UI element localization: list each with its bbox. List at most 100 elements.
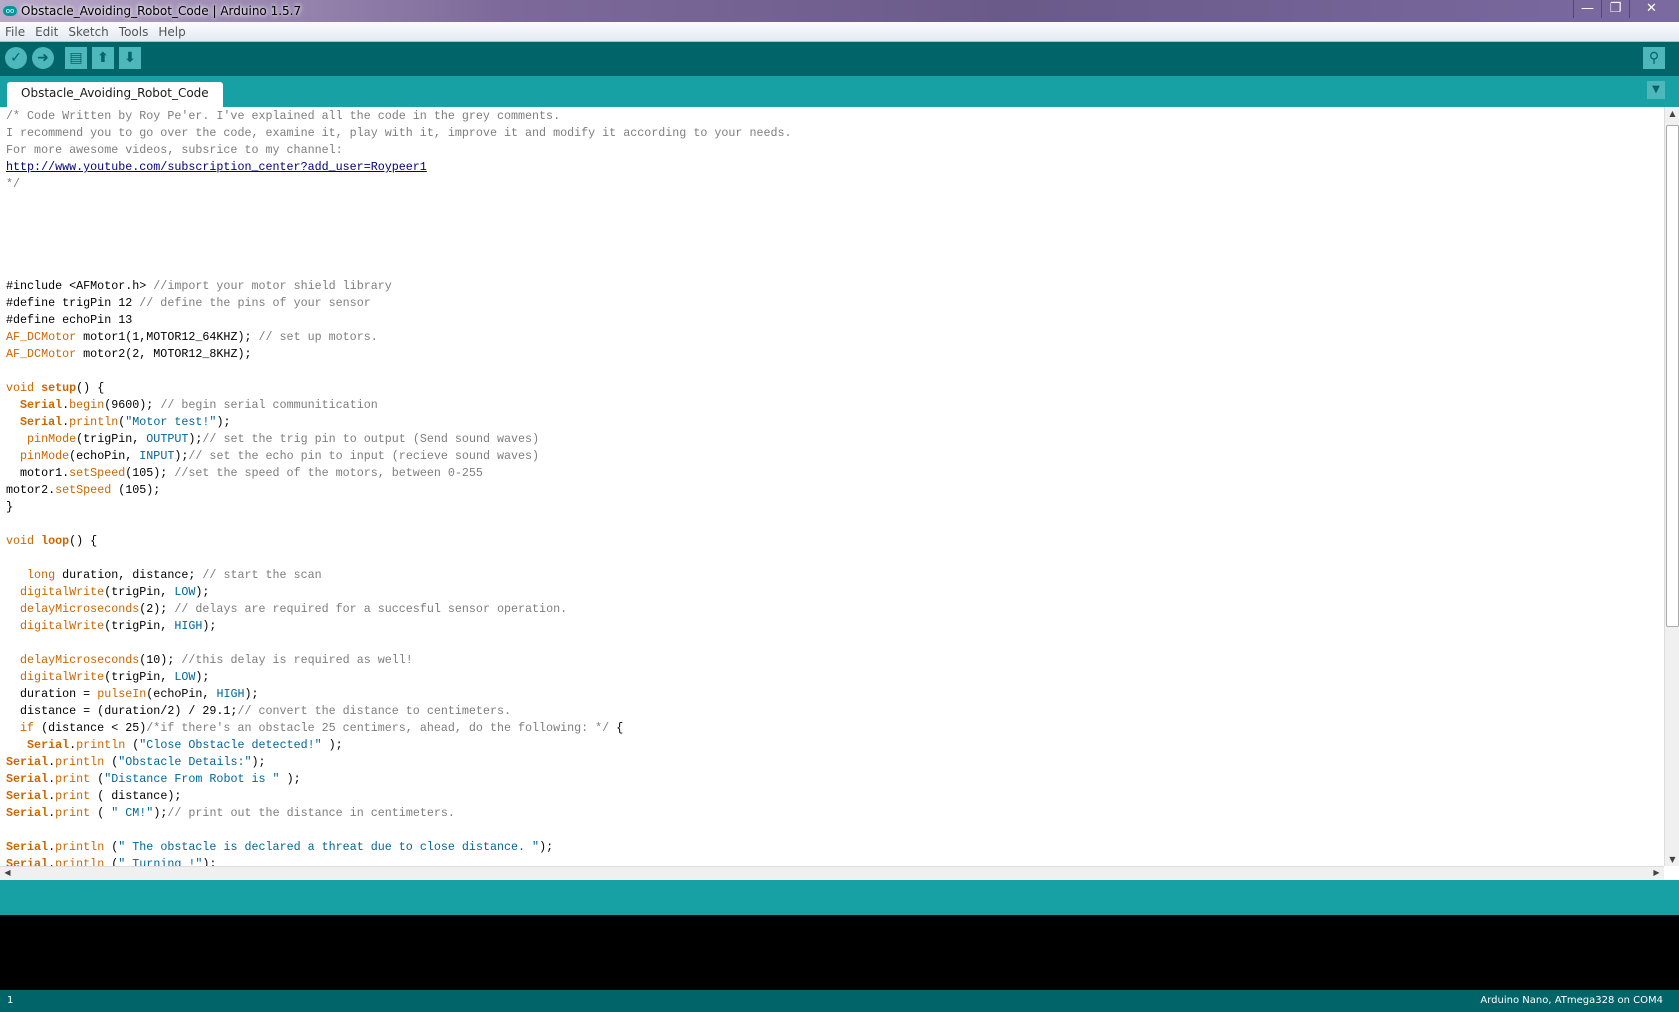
scrollbar-thumb[interactable] — [1666, 125, 1679, 627]
menu-tools[interactable]: Tools — [114, 25, 154, 39]
code-token: ( — [125, 738, 140, 752]
serial-monitor-button[interactable]: ⚲ — [1643, 47, 1665, 69]
code-comment: //this delay is required as well! — [181, 653, 413, 667]
save-button[interactable]: ⬇ — [119, 47, 141, 69]
code-token: " CM!" — [111, 806, 154, 820]
upload-button[interactable]: ➜ — [32, 47, 54, 69]
code-line: pinMode(echoPin, INPUT);// set the echo … — [6, 448, 792, 465]
scroll-left-icon[interactable]: ◀ — [0, 868, 15, 877]
code-token: Serial — [6, 840, 49, 854]
code-token: long — [27, 568, 56, 582]
menu-edit[interactable]: Edit — [30, 25, 63, 39]
checkmark-icon: ✓ — [10, 50, 22, 66]
code-token: println — [55, 857, 105, 866]
horizontal-scrollbar[interactable]: ◀ ▶ — [0, 866, 1664, 880]
close-button[interactable]: ✕ — [1629, 0, 1673, 18]
code-token: ); — [216, 415, 231, 429]
code-line: digitalWrite(trigPin, HIGH); — [6, 618, 792, 635]
code-token: void — [6, 381, 35, 395]
code-token: delayMicroseconds — [20, 602, 140, 616]
code-line: Serial.print ( distance); — [6, 788, 792, 805]
code-token: ( distance); — [90, 789, 182, 803]
code-line: Serial.println (" Turning !"); — [6, 856, 792, 866]
code-line: #include <AFMotor.h> //import your motor… — [6, 278, 792, 295]
code-line: Serial.print ( " CM!");// print out the … — [6, 805, 792, 822]
code-token: ); — [153, 806, 168, 820]
code-token: "Close Obstacle detected!" — [139, 738, 322, 752]
open-button[interactable]: ⬆ — [92, 47, 114, 69]
scroll-right-icon[interactable]: ▶ — [1649, 868, 1664, 877]
code-token: ( — [104, 755, 119, 769]
tab-strip: Obstacle_Avoiding_Robot_Code ▼ — [0, 76, 1679, 107]
verify-button[interactable]: ✓ — [5, 47, 27, 69]
code-comment: // print out the distance in centimeters… — [167, 806, 455, 820]
code-comment: */ — [6, 177, 21, 191]
code-token: ); — [244, 687, 259, 701]
scroll-up-icon[interactable]: ▲ — [1665, 109, 1679, 118]
code-token: Serial — [20, 398, 63, 412]
code-token: { — [609, 721, 624, 735]
tab-sketch[interactable]: Obstacle_Avoiding_Robot_Code — [7, 82, 223, 107]
code-token: INPUT — [139, 449, 175, 463]
menu-sketch[interactable]: Sketch — [63, 25, 113, 39]
code-comment: For more awesome videos, subsrice to my … — [6, 143, 343, 157]
code-text[interactable]: /* Code Written by Roy Pe'er. I've expla… — [6, 108, 792, 866]
code-token: (trigPin, — [104, 619, 175, 633]
code-editor[interactable]: /* Code Written by Roy Pe'er. I've expla… — [0, 107, 1664, 866]
code-token: duration, distance; — [55, 568, 203, 582]
code-token: ( — [104, 857, 119, 866]
restore-button[interactable]: ❐ — [1601, 0, 1629, 18]
scroll-down-icon[interactable]: ▼ — [1665, 855, 1679, 864]
code-token: Serial — [20, 415, 63, 429]
code-comment: // convert the distance to centimeters. — [237, 704, 511, 718]
code-token: begin — [69, 398, 105, 412]
title-bar: oo Obstacle_Avoiding_Robot_Code | Arduin… — [0, 0, 1679, 22]
code-token: setup — [41, 381, 77, 395]
code-line: #define echoPin 13 — [6, 312, 792, 329]
code-line: AF_DCMotor motor2(2, MOTOR12_8KHZ); — [6, 346, 792, 363]
new-sketch-button[interactable]: ▤ — [65, 47, 87, 69]
code-token: Serial — [6, 755, 49, 769]
code-token: pulseIn — [97, 687, 147, 701]
code-line: pinMode(trigPin, OUTPUT);// set the trig… — [6, 431, 792, 448]
code-line: long duration, distance; // start the sc… — [6, 567, 792, 584]
menu-help[interactable]: Help — [153, 25, 190, 39]
code-token: Serial — [27, 738, 70, 752]
code-token: print — [55, 806, 91, 820]
menu-file[interactable]: File — [0, 25, 30, 39]
code-comment: /*if there's an obstacle 25 centimers, a… — [146, 721, 610, 735]
code-token: print — [55, 772, 91, 786]
code-line: /* Code Written by Roy Pe'er. I've expla… — [6, 108, 792, 125]
code-token: println — [55, 840, 105, 854]
window-title: Obstacle_Avoiding_Robot_Code | Arduino 1… — [21, 4, 302, 18]
code-comment: /* Code Written by Roy Pe'er. I've expla… — [6, 109, 561, 123]
code-token: digitalWrite — [20, 670, 105, 684]
code-token: #define trigPin 12 — [6, 296, 140, 310]
code-comment: // set up motors. — [258, 330, 378, 344]
code-token: motor2(2, MOTOR12_8KHZ); — [76, 347, 252, 361]
code-token: void — [6, 534, 35, 548]
code-token: digitalWrite — [20, 585, 105, 599]
code-comment: // define the pins of your sensor — [139, 296, 371, 310]
code-comment: // set the echo pin to input (recieve so… — [188, 449, 540, 463]
code-line: if (distance < 25)/*if there's an obstac… — [6, 720, 792, 737]
code-token: (echoPin, — [69, 449, 140, 463]
minimize-button[interactable]: — — [1573, 0, 1601, 18]
code-line: digitalWrite(trigPin, LOW); — [6, 584, 792, 601]
code-token: HIGH — [216, 687, 245, 701]
channel-link[interactable]: http://www.youtube.com/subscription_cent… — [6, 160, 427, 174]
code-token: loop — [41, 534, 70, 548]
code-token: println — [69, 415, 119, 429]
code-token: } — [6, 500, 14, 514]
vertical-scrollbar[interactable]: ▲ ▼ — [1664, 107, 1679, 866]
code-line: For more awesome videos, subsrice to my … — [6, 142, 792, 159]
line-number: 1 — [7, 995, 14, 1006]
tab-menu-button[interactable]: ▼ — [1647, 81, 1665, 99]
menu-bar: File Edit Sketch Tools Help — [0, 22, 1679, 42]
